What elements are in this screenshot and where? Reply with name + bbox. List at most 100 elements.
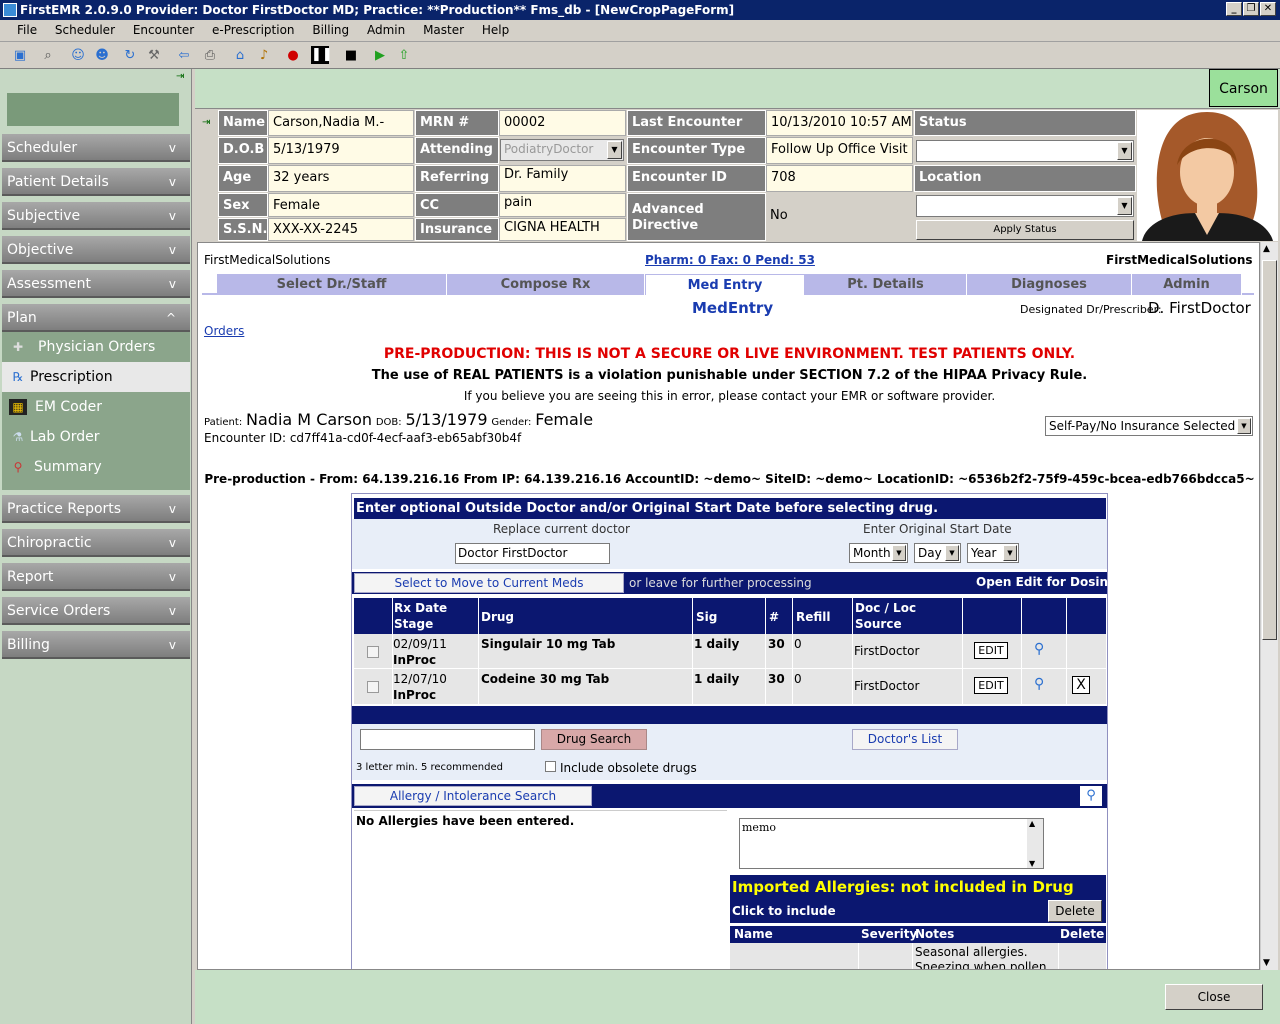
tab-compose-rx[interactable]: Compose Rx [447, 274, 645, 295]
apply-status-button[interactable]: Apply Status [916, 220, 1134, 240]
refresh-icon[interactable]: ↻ [120, 46, 140, 66]
insurance-select[interactable]: Self-Pay/No Insurance Selected ▼ [1045, 416, 1253, 436]
tab-med-entry[interactable]: Med Entry [645, 274, 805, 295]
menu-file[interactable]: File [10, 20, 44, 40]
tab-select-dr-staff[interactable]: Select Dr./Staff [217, 274, 447, 295]
pharm-fax-pend-link[interactable]: Pharm: 0 Fax: 0 Pend: 53 [645, 253, 815, 267]
audio-icon[interactable]: ♪ [254, 46, 274, 66]
sidebar-label: Objective [7, 242, 74, 258]
table-row[interactable]: 02/09/11 InProc Singulair 10 mg Tab 1 dai… [354, 634, 1106, 669]
house-icon[interactable]: ⌂ [230, 46, 250, 66]
col-stage: Stage [394, 617, 434, 631]
col-quantity: # [769, 610, 780, 624]
row-checkbox[interactable] [367, 646, 379, 658]
toolbar: ▣ ⌕ ☺ ☻ ↻ ⚒ ⇦ ⎙ ⌂ ♪ ● ❚❚ ■ ▶ ⇧ [0, 43, 1280, 69]
menu-bar: File Scheduler Encounter e-Prescription … [0, 20, 1280, 42]
sidebar-subjective[interactable]: Subjective v [2, 202, 190, 230]
pin-icon[interactable]: ⇥ [176, 71, 184, 82]
sidebar-scheduler[interactable]: Scheduler v [2, 134, 190, 162]
sidebar-item-physician-orders[interactable]: ✚ Physician Orders [2, 332, 190, 362]
tab-admin[interactable]: Admin [1132, 274, 1242, 295]
chevron-down-icon: v [168, 209, 176, 223]
pin-icon[interactable]: ⇥ [202, 117, 210, 128]
day-select[interactable]: Day ▼ [914, 543, 961, 563]
doctors-list-button[interactable]: Doctor's List [852, 729, 958, 750]
memo-scrollbar[interactable]: ▲ ▼ [1027, 819, 1043, 868]
menu-admin[interactable]: Admin [360, 20, 412, 40]
close-button[interactable]: Close [1165, 984, 1263, 1010]
replace-doctor-input[interactable]: Doctor FirstDoctor [455, 543, 610, 564]
menu-master[interactable]: Master [416, 20, 471, 40]
magnifier-icon[interactable]: ⚲ [1034, 676, 1044, 692]
record-icon[interactable]: ● [283, 46, 303, 66]
upload-icon[interactable]: ⇧ [394, 46, 414, 66]
menu-encounter[interactable]: Encounter [126, 20, 201, 40]
delete-x-button[interactable]: X [1072, 676, 1090, 694]
sidebar-label: Scheduler [7, 140, 78, 156]
sidebar-item-label: EM Coder [35, 399, 102, 415]
location-select[interactable]: ▼ [916, 195, 1134, 217]
sidebar-objective[interactable]: Objective v [2, 236, 190, 264]
orders-link[interactable]: Orders [204, 324, 244, 338]
print-icon[interactable]: ⎙ [200, 46, 220, 66]
menu-eprescription[interactable]: e-Prescription [205, 20, 302, 40]
status-select[interactable]: ▼ [916, 140, 1134, 162]
allergy-search-icon[interactable]: ⚲ [1080, 786, 1102, 806]
pause-icon[interactable]: ❚❚ [311, 46, 333, 64]
patient-tab-button[interactable]: Carson [1209, 69, 1278, 107]
patient-summary: Patient: Nadia M Carson DOB: 5/13/1979 G… [204, 410, 593, 429]
tools-icon[interactable]: ⚒ [144, 46, 164, 66]
sidebar-patient-details[interactable]: Patient Details v [2, 168, 190, 196]
col-sep [692, 598, 693, 704]
sidebar-plan[interactable]: Plan ^ [2, 304, 190, 332]
move-to-current-meds-button[interactable]: Select to Move to Current Meds [354, 573, 624, 593]
sidebar-report[interactable]: Report v [2, 563, 190, 591]
memo-textarea[interactable]: memo [739, 818, 1044, 869]
patient-dob: 5/13/1979 [405, 410, 488, 429]
scroll-thumb[interactable] [1262, 260, 1277, 640]
menu-scheduler[interactable]: Scheduler [48, 20, 122, 40]
drug-search-button[interactable]: Drug Search [541, 729, 647, 750]
drug-search-input[interactable] [360, 729, 535, 750]
scroll-down-icon[interactable]: ▼ [1263, 958, 1270, 968]
search-patient-icon[interactable]: ⌕ [38, 46, 58, 66]
stop-icon[interactable]: ■ [341, 46, 361, 66]
attending-select[interactable]: PodiatryDoctor ▼ [500, 139, 624, 161]
edit-button[interactable]: EDIT [974, 642, 1008, 659]
user-icon[interactable]: ☺ [68, 46, 88, 66]
content-scrollbar[interactable]: ▲ ▼ [1260, 242, 1278, 970]
row-checkbox[interactable] [367, 681, 379, 693]
sidebar-item-summary[interactable]: ⚲ Summary [2, 452, 190, 482]
home-icon[interactable]: ▣ [10, 46, 30, 66]
sidebar-assessment[interactable]: Assessment v [2, 270, 190, 298]
table-row[interactable]: 12/07/10 InProc Codeine 30 mg Tab 1 daily… [354, 669, 1106, 704]
sidebar-service-orders[interactable]: Service Orders v [2, 597, 190, 625]
magnifier-icon[interactable]: ⚲ [1034, 641, 1044, 657]
minimize-button[interactable]: _ [1226, 2, 1242, 16]
play-icon[interactable]: ▶ [370, 46, 390, 66]
sidebar-item-prescription[interactable]: ℞ Prescription [2, 362, 190, 392]
patient-label: Patient: [204, 417, 243, 428]
sidebar-chiropractic[interactable]: Chiropractic v [2, 529, 190, 557]
users-icon[interactable]: ☻ [92, 46, 112, 66]
scroll-up-icon[interactable]: ▲ [1263, 244, 1270, 254]
tab-pt-details[interactable]: Pt. Details [805, 274, 967, 295]
tab-diagnoses[interactable]: Diagnoses [967, 274, 1132, 295]
sidebar-item-em-coder[interactable]: ▦ EM Coder [2, 392, 190, 422]
delete-allergy-button[interactable]: Delete [1048, 900, 1102, 922]
sidebar-practice-reports[interactable]: Practice Reports v [2, 495, 190, 523]
back-icon[interactable]: ⇦ [174, 46, 194, 66]
menu-help[interactable]: Help [475, 20, 516, 40]
menu-billing[interactable]: Billing [305, 20, 356, 40]
year-select[interactable]: Year ▼ [967, 543, 1019, 563]
edit-button[interactable]: EDIT [974, 677, 1008, 694]
month-select[interactable]: Month ▼ [849, 543, 908, 563]
sidebar-item-lab-order[interactable]: ⚗ Lab Order [2, 422, 190, 452]
sidebar-billing[interactable]: Billing v [2, 631, 190, 659]
close-window-button[interactable]: ✕ [1260, 2, 1276, 16]
scroll-up-icon[interactable]: ▲ [1029, 819, 1035, 828]
restore-button[interactable]: ❐ [1243, 2, 1259, 16]
obsolete-checkbox[interactable] [545, 761, 556, 772]
allergy-search-button[interactable]: Allergy / Intolerance Search [354, 786, 592, 806]
scroll-down-icon[interactable]: ▼ [1029, 859, 1035, 868]
